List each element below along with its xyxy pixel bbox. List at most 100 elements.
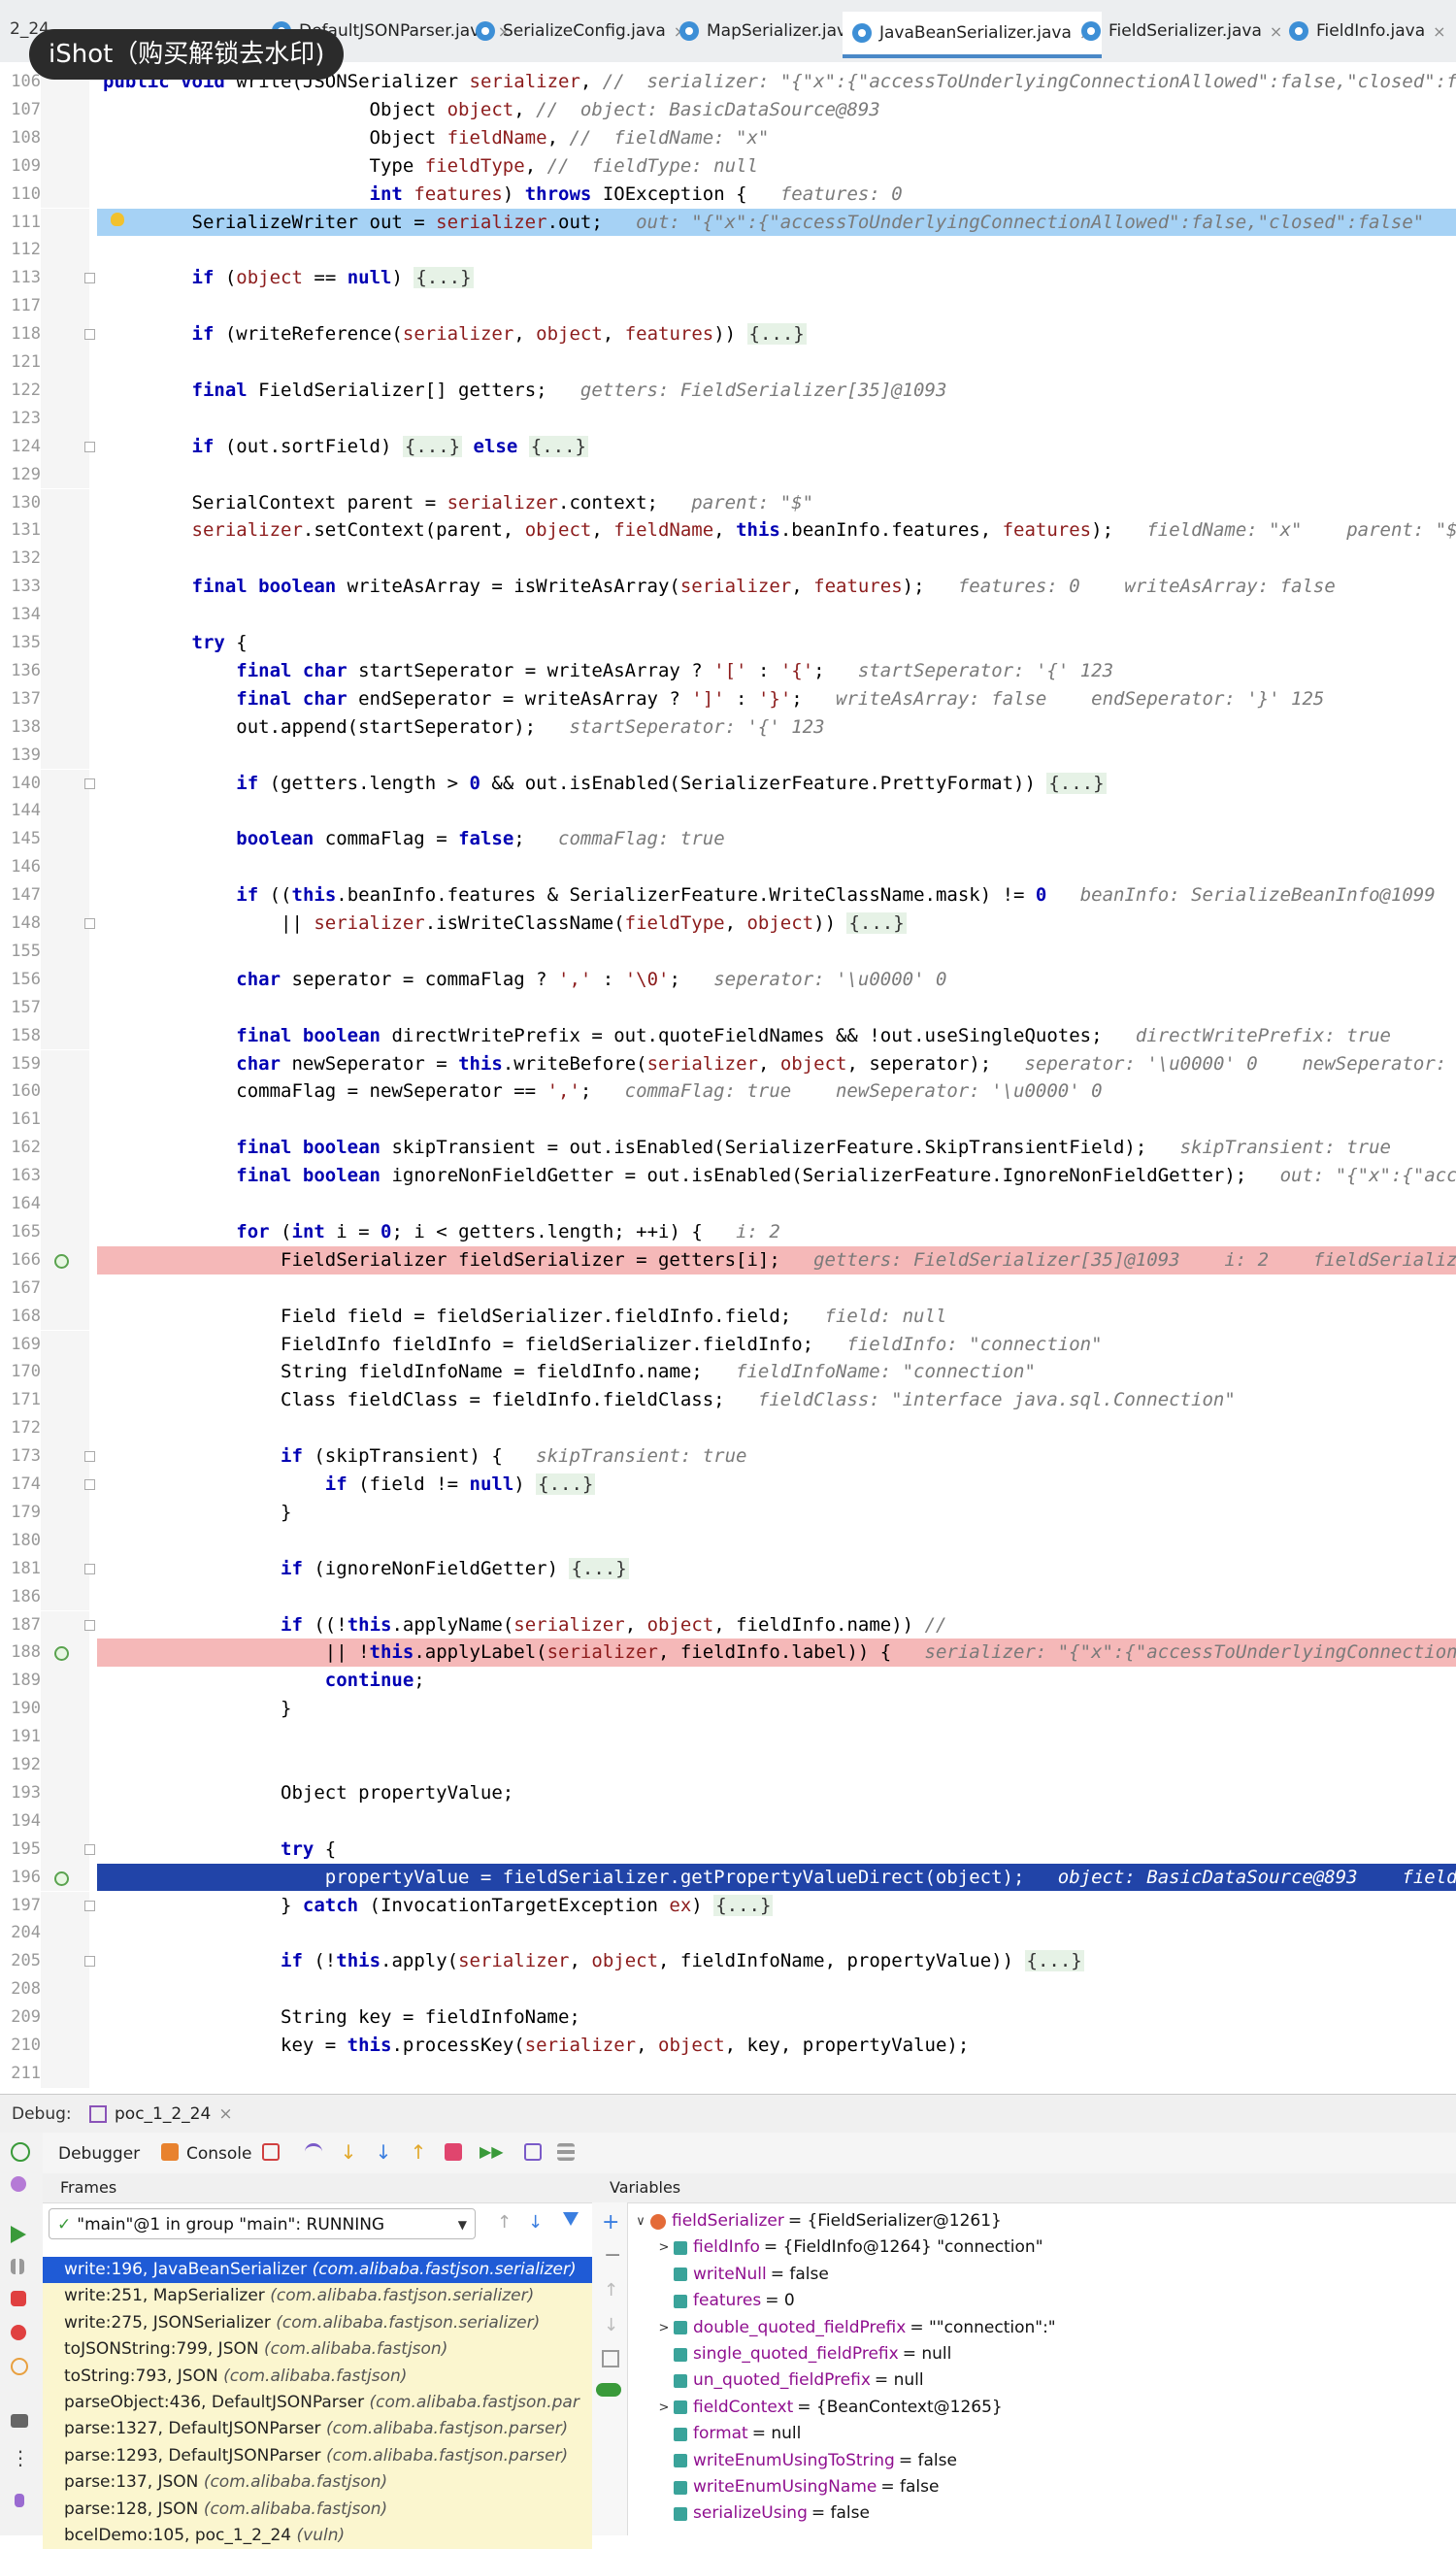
editor-gutter[interactable] [41,95,89,124]
mute-breakpoints-icon[interactable] [11,2358,28,2375]
line-number[interactable]: 147 [0,881,41,910]
code-line[interactable]: 129 [0,460,1456,489]
restore-layout-icon[interactable] [262,2143,280,2161]
expand-toggle-icon[interactable]: > [654,2235,674,2261]
code-text[interactable]: char newSeperator = this.writeBefore(ser… [97,1050,1456,1078]
editor-gutter[interactable] [41,1302,89,1331]
code-text[interactable] [97,545,1456,573]
expand-toggle-icon[interactable]: ∨ [631,2208,650,2235]
code-line[interactable]: 209 String key = fieldInfoName; [0,2003,1456,2032]
code-line[interactable]: 155 [0,937,1456,966]
variable-row[interactable]: > fieldContext = {BeanContext@1265} [654,2395,1003,2421]
code-line[interactable]: 196 propertyValue = fieldSerializer.getP… [0,1863,1456,1892]
code-line[interactable]: 139 [0,741,1456,770]
line-number[interactable]: 205 [0,1947,41,1975]
editor-gutter[interactable] [41,1667,89,1696]
code-text[interactable] [97,1106,1456,1134]
code-line[interactable]: 144 [0,797,1456,826]
code-line[interactable]: 162 final boolean skipTransient = out.is… [0,1134,1456,1163]
editor-gutter[interactable] [41,1919,89,1948]
glasses-icon[interactable] [596,2383,621,2397]
code-text[interactable]: out.append(startSeperator); startSeperat… [97,713,1456,742]
line-number[interactable]: 161 [0,1106,41,1134]
line-number[interactable]: 196 [0,1864,41,1892]
code-text[interactable]: try { [97,629,1456,657]
stack-frame[interactable]: toJSONString:799, JSON (com.alibaba.fast… [43,2336,592,2364]
line-number[interactable]: 164 [0,1190,41,1218]
code-text[interactable]: SerialContext parent = serializer.contex… [97,489,1456,517]
editor-gutter[interactable] [41,741,89,770]
add-watch-icon[interactable]: + [602,2210,619,2235]
editor-gutter[interactable] [41,2059,89,2088]
editor-gutter[interactable] [41,1217,89,1246]
code-line[interactable]: 189 continue; [0,1667,1456,1696]
line-number[interactable]: 169 [0,1331,41,1359]
rerun-icon[interactable] [11,2142,30,2162]
editor-gutter[interactable] [41,1414,89,1443]
line-number[interactable]: 210 [0,2032,41,2060]
fold-marker-icon[interactable] [84,918,95,929]
editor-gutter[interactable] [41,488,89,517]
variable-row[interactable]: > double_quoted_fieldPrefix = ""connectio… [654,2315,1056,2341]
line-number[interactable]: 168 [0,1303,41,1331]
line-number[interactable]: 163 [0,1162,41,1190]
line-number[interactable]: 181 [0,1555,41,1583]
move-down-icon[interactable]: ↓ [604,2315,618,2335]
stack-frame[interactable]: parse:128, JSON (com.alibaba.fastjson) [43,2496,592,2523]
editor-gutter[interactable] [41,432,89,461]
editor-gutter[interactable] [41,236,89,265]
code-line[interactable]: 187 if ((!this.applyName(serializer, obj… [0,1610,1456,1639]
code-text[interactable] [97,1527,1456,1555]
code-text[interactable] [97,994,1456,1022]
code-text[interactable]: Object fieldName, // fieldName: "x" [97,124,1456,152]
code-text[interactable]: } [97,1499,1456,1527]
editor-gutter[interactable] [41,1190,89,1218]
code-line[interactable]: 161 [0,1106,1456,1135]
editor-gutter[interactable] [41,1695,89,1724]
code-text[interactable]: final boolean ignoreNonFieldGetter = out… [97,1162,1456,1190]
line-number[interactable]: 192 [0,1751,41,1779]
code-line[interactable]: 170 String fieldInfoName = fieldInfo.nam… [0,1358,1456,1387]
code-line[interactable]: 113 if (object == null) {...} [0,264,1456,293]
code-line[interactable]: 123 [0,404,1456,433]
step-into-icon[interactable]: ↓ [340,2142,357,2162]
editor-gutter[interactable] [41,1134,89,1163]
code-text[interactable]: final FieldSerializer[] getters; getters… [97,377,1456,405]
code-text[interactable]: try { [97,1836,1456,1864]
code-text[interactable]: int features) throws IOException { featu… [97,181,1456,209]
code-line[interactable]: 181 if (ignoreNonFieldGetter) {...} [0,1554,1456,1583]
pause-icon[interactable] [11,2259,24,2274]
editor-gutter[interactable] [41,348,89,377]
editor-gutter[interactable] [41,656,89,685]
code-text[interactable] [97,797,1456,825]
code-line[interactable]: 145 boolean commaFlag = false; commaFlag… [0,825,1456,854]
fold-marker-icon[interactable] [84,1956,95,1968]
line-number[interactable]: 156 [0,966,41,994]
editor-gutter[interactable] [41,1975,89,2004]
code-text[interactable]: || serializer.isWriteClassName(fieldType… [97,910,1456,938]
code-line[interactable]: 210 key = this.processKey(serializer, ob… [0,2032,1456,2060]
code-line[interactable]: 194 [0,1806,1456,1836]
fold-marker-icon[interactable] [84,1451,95,1463]
line-number[interactable]: 194 [0,1807,41,1836]
code-line[interactable]: 172 [0,1414,1456,1443]
line-number[interactable]: 107 [0,96,41,124]
run-to-cursor-icon[interactable]: ▶▶ [480,2143,504,2161]
line-number[interactable]: 139 [0,742,41,770]
editor-gutter[interactable] [41,1442,89,1471]
code-line[interactable]: 174 if (field != null) {...} [0,1471,1456,1499]
editor-gutter[interactable] [41,1386,89,1415]
drop-frame-icon[interactable] [445,2143,462,2161]
variable-row[interactable]: > fieldInfo = {FieldInfo@1264} "connectio… [654,2235,1043,2261]
line-number[interactable]: 208 [0,1975,41,2003]
code-text[interactable] [97,1583,1456,1611]
camera-icon[interactable] [11,2414,28,2428]
line-number[interactable]: 137 [0,685,41,713]
lightbulb-icon[interactable] [111,212,124,226]
line-number[interactable]: 136 [0,657,41,685]
line-number[interactable]: 160 [0,1077,41,1106]
line-number[interactable]: 157 [0,994,41,1022]
code-line[interactable]: 132 [0,545,1456,574]
code-line[interactable]: 191 [0,1723,1456,1751]
code-line[interactable]: 171 Class fieldClass = fieldInfo.fieldCl… [0,1386,1456,1415]
